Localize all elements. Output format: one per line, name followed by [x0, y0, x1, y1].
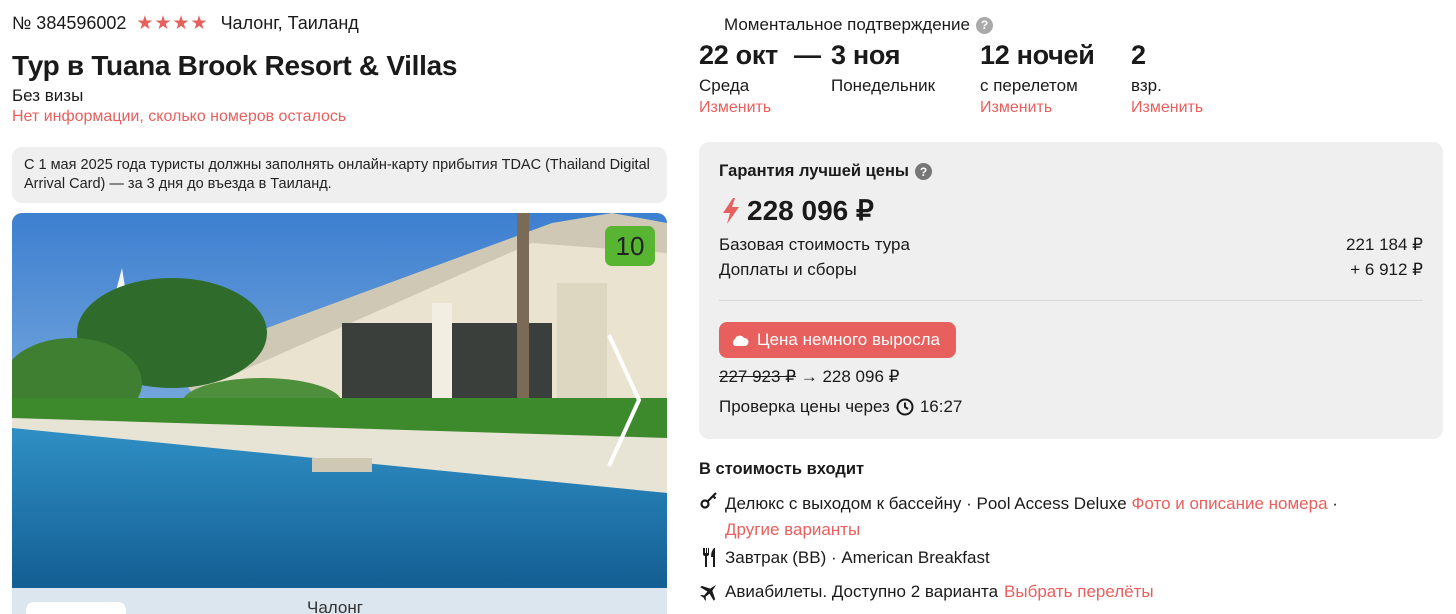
- flights-info: Авиабилеты. Доступно 2 варианта: [725, 582, 999, 601]
- clock-icon: [896, 398, 914, 416]
- price-guarantee-label: Гарантия лучшей цены: [719, 162, 910, 180]
- date-to[interactable]: 3 ноя: [831, 40, 901, 71]
- cutlery-icon: [699, 548, 719, 567]
- fees-row: Доплаты и сборы + 6 912 ₽: [719, 260, 1423, 280]
- date-dash: —: [794, 40, 821, 70]
- rooms-availability: Нет информации, сколько номеров осталось: [12, 108, 347, 125]
- instant-confirmation-label: Моментальное подтверждение: [724, 15, 971, 34]
- price-check: Проверка цены через 16:27: [719, 397, 962, 417]
- date-to-weekday: Понедельник: [831, 76, 936, 95]
- price-change: 227 923 ₽ → 228 096 ₽: [719, 367, 899, 387]
- guests-count[interactable]: 2: [1131, 40, 1146, 71]
- next-photo-chevron-icon[interactable]: [605, 333, 645, 468]
- lightning-icon: [723, 197, 739, 224]
- hotel-map[interactable]: Чалонг: [12, 588, 667, 614]
- old-price: 227 923 ₽: [719, 367, 796, 386]
- base-cost-label: Базовая стоимость тура: [719, 235, 910, 254]
- price-check-time: 16:27: [919, 397, 963, 416]
- question-icon[interactable]: ?: [976, 16, 994, 34]
- tour-number: № 384596002: [12, 13, 127, 33]
- plane-icon: [699, 582, 719, 601]
- date-from[interactable]: 22 окт: [699, 40, 778, 71]
- included-heading: В стоимость входит: [699, 460, 865, 478]
- rating-badge: 10: [605, 226, 655, 266]
- room-separator: ·: [1332, 494, 1338, 513]
- tdac-notice: С 1 мая 2025 года туристы должны заполня…: [12, 147, 667, 203]
- total-price: 228 096 ₽: [721, 194, 874, 227]
- base-cost-value: 221 184 ₽: [1346, 235, 1423, 254]
- included-flights: Авиабилеты. Доступно 2 варианта Выбрать …: [699, 582, 1154, 602]
- base-cost-row: Базовая стоимость тура 221 184 ₽: [719, 235, 1423, 255]
- fees-value: + 6 912 ₽: [1350, 260, 1423, 279]
- map-city-label: Чалонг: [307, 598, 363, 614]
- date-from-weekday: Среда: [699, 76, 750, 95]
- change-dates-link[interactable]: Изменить: [699, 99, 771, 117]
- room-details-link[interactable]: Фото и описание номера: [1131, 494, 1327, 513]
- nights-count[interactable]: 12 ночей: [980, 40, 1095, 71]
- nights-note: с перелетом: [980, 76, 1078, 95]
- map-toggle-button[interactable]: [26, 602, 126, 614]
- price-panel: Гарантия лучшей цены ? 228 096 ₽ Базовая…: [699, 142, 1443, 439]
- tour-header-row: № 384596002 ★★★★ Чалонг, Таиланд: [12, 12, 359, 35]
- total-price-value: 228 096 ₽: [747, 195, 874, 226]
- instant-confirmation: Моментальное подтверждение ?: [724, 15, 994, 35]
- key-icon: [699, 491, 719, 509]
- price-divider: [719, 300, 1423, 301]
- question-icon[interactable]: ?: [915, 163, 933, 180]
- price-rise-badge: Цена немного выросла: [719, 322, 957, 358]
- new-price: 228 096 ₽: [822, 367, 900, 386]
- hotel-location: Чалонг, Таиланд: [220, 13, 359, 33]
- meal-plan: Завтрак (BB) · American Breakfast: [725, 548, 990, 567]
- hotel-photo-image: [12, 213, 667, 588]
- room-name: Делюкс с выходом к бассейну · Pool Acces…: [725, 494, 1127, 513]
- price-guarantee: Гарантия лучшей цены ?: [719, 162, 933, 181]
- included-meal: Завтрак (BB) · American Breakfast: [699, 548, 990, 568]
- change-guests-link[interactable]: Изменить: [1131, 99, 1203, 117]
- room-other-options-link[interactable]: Другие варианты: [725, 520, 860, 539]
- cloud-icon: [732, 335, 749, 346]
- included-room: Делюкс с выходом к бассейну · Pool Acces…: [699, 491, 1419, 543]
- page-title: Тур в Tuana Brook Resort & Villas: [12, 50, 458, 81]
- visa-info: Без визы: [12, 86, 84, 105]
- choose-flights-link[interactable]: Выбрать перелёты: [1004, 582, 1154, 602]
- guests-note: взр.: [1131, 76, 1162, 95]
- hotel-stars: ★★★★: [136, 13, 209, 34]
- price-check-label: Проверка цены через: [719, 397, 890, 416]
- price-rise-label: Цена немного выросла: [757, 330, 941, 349]
- price-arrow: →: [800, 367, 818, 386]
- fees-label: Доплаты и сборы: [719, 260, 857, 279]
- change-nights-link[interactable]: Изменить: [980, 99, 1052, 117]
- hotel-photo[interactable]: 10: [12, 213, 667, 588]
